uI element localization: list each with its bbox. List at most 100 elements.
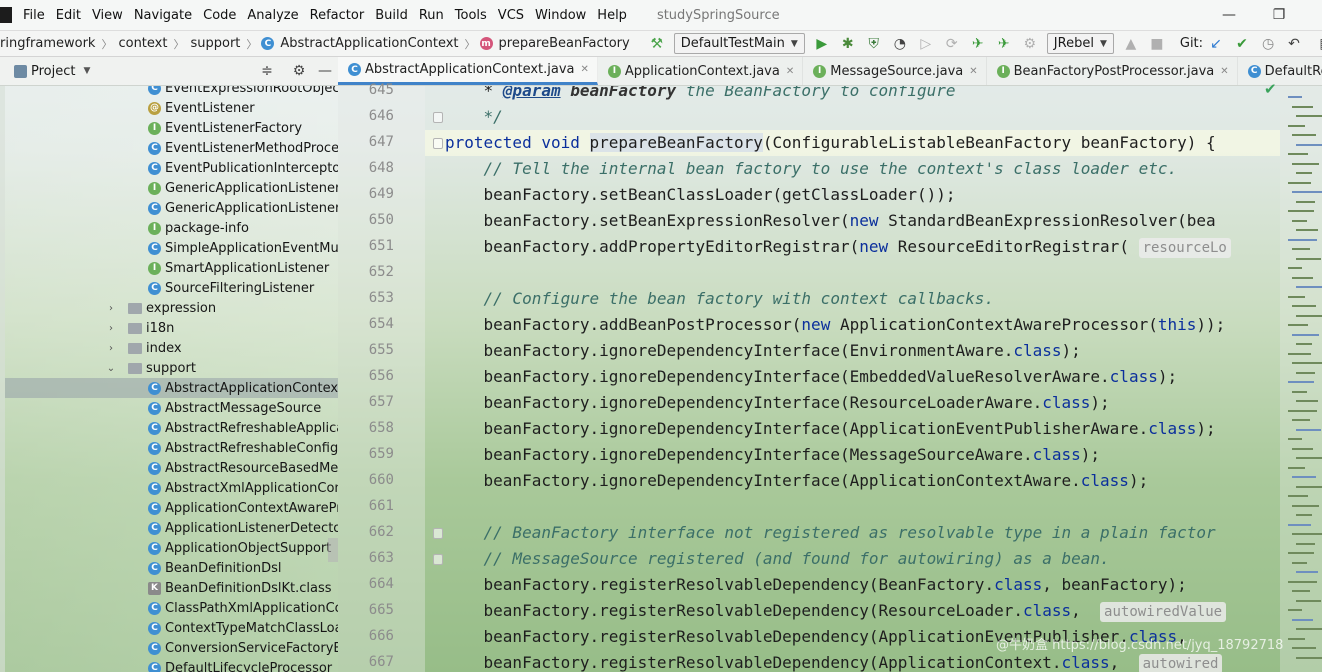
menu-refactor[interactable]: Refactor <box>305 8 371 23</box>
close-icon[interactable]: ✕ <box>581 64 589 75</box>
tree-item[interactable]: C ClassPathXmlApplicationConte <box>5 598 338 618</box>
profile-icon[interactable]: ◔ <box>889 33 911 55</box>
tree-item[interactable]: C EventExpressionRootObject <box>5 86 338 98</box>
menu-window[interactable]: Window <box>530 8 592 23</box>
git-history-icon[interactable]: ◷ <box>1257 33 1279 55</box>
chevron-down-icon[interactable]: ⌄ <box>105 363 117 374</box>
editor-tab[interactable]: CDefaultResourceLoad <box>1238 57 1322 85</box>
tree-item[interactable]: C ConversionServiceFactoryBear <box>5 638 338 658</box>
tree-item[interactable]: C ApplicationObjectSupport <box>5 538 338 558</box>
tree-item[interactable]: K BeanDefinitionDslKt.class <box>5 578 338 598</box>
collapse-all-icon[interactable]: ≑ <box>256 60 278 82</box>
tree-item[interactable]: C SimpleApplicationEventMultica <box>5 238 338 258</box>
menu-code[interactable]: Code <box>198 8 242 23</box>
run-config-select[interactable]: DefaultTestMain ▼ <box>673 33 805 54</box>
hide-panel-icon[interactable]: — <box>314 60 336 82</box>
resume-icon[interactable]: ▷ <box>915 33 937 55</box>
breadcrumb-item[interactable]: AbstractApplicationContext <box>278 36 460 51</box>
menu-view[interactable]: View <box>87 8 129 23</box>
jrebel-select[interactable]: JRebel ▼ <box>1046 33 1114 54</box>
gear-icon[interactable]: ⚙ <box>288 60 310 82</box>
editor-tab[interactable]: I MessageSource.java ✕ <box>803 57 987 85</box>
close-icon[interactable]: ✕ <box>969 66 977 77</box>
error-stripe[interactable] <box>1280 86 1322 672</box>
tree-item[interactable]: C AbstractApplicationContext <box>5 378 338 398</box>
menu-build[interactable]: Build <box>370 8 414 23</box>
attach-icon[interactable]: ⚙ <box>1019 33 1041 55</box>
tree-item[interactable]: › expression <box>5 298 338 318</box>
code-line: beanFactory.addPropertyEditorRegistrar(n… <box>425 234 1280 260</box>
chevron-right-icon[interactable]: › <box>105 343 117 354</box>
class-icon: C <box>148 521 161 535</box>
menu-run[interactable]: Run <box>414 8 450 23</box>
menu-analyze[interactable]: Analyze <box>242 8 304 23</box>
rollback-icon[interactable]: ↶ <box>1283 33 1305 55</box>
tree-item[interactable]: C AbstractRefreshableApplicati <box>5 418 338 438</box>
minimize-button[interactable]: — <box>1206 0 1252 30</box>
tree-item[interactable]: Ipackage-info <box>5 218 338 238</box>
tree-item[interactable]: › index <box>5 338 338 358</box>
fold-marker-icon[interactable] <box>433 528 443 539</box>
fold-marker-icon[interactable] <box>433 138 443 149</box>
tree-item[interactable]: I GenericApplicationListener <box>5 178 338 198</box>
code-editor[interactable]: * @param beanFactory the BeanFactory to … <box>425 86 1280 672</box>
chevron-right-icon[interactable]: › <box>105 323 117 334</box>
chevron-right-icon[interactable]: › <box>105 303 117 314</box>
tree-item[interactable]: C ApplicationContextAwareProce <box>5 498 338 518</box>
line-number: 647 <box>368 134 394 150</box>
jrebel-run-icon[interactable]: ✈ <box>967 33 989 55</box>
tree-item[interactable]: ⌄ support <box>5 358 338 378</box>
tree-item[interactable]: C BeanDefinitionDsl <box>5 558 338 578</box>
chevron-down-icon[interactable]: ▼ <box>83 66 90 76</box>
build-hammer-icon[interactable]: ⚒ <box>646 33 668 55</box>
tree-item[interactable]: C GenericApplicationListenerAda <box>5 198 338 218</box>
debug-icon[interactable]: ✱ <box>837 33 859 55</box>
tree-item[interactable]: C SourceFilteringListener <box>5 278 338 298</box>
hot-swap-icon[interactable]: ⟳ <box>941 33 963 55</box>
tree-scrollbar[interactable] <box>328 538 338 562</box>
tree-item[interactable]: C EventPublicationInterceptor <box>5 158 338 178</box>
breadcrumb-item[interactable]: prepareBeanFactory <box>497 36 632 51</box>
fold-marker-icon[interactable] <box>433 554 443 565</box>
tree-item[interactable]: › i18n <box>5 318 338 338</box>
project-structure-icon[interactable]: ▦ <box>1315 33 1322 55</box>
tree-item[interactable]: C AbstractXmlApplicationContex <box>5 478 338 498</box>
git-commit-icon[interactable]: ✔ <box>1231 33 1253 55</box>
inspection-ok-icon[interactable]: ✔ <box>1264 80 1277 98</box>
breadcrumb-item[interactable]: support <box>188 36 242 51</box>
tree-item[interactable]: I EventListenerFactory <box>5 118 338 138</box>
tree-item[interactable]: C AbstractMessageSource <box>5 398 338 418</box>
breadcrumb-item[interactable]: context <box>116 36 169 51</box>
menu-edit[interactable]: Edit <box>51 8 87 23</box>
jrebel-debug-icon[interactable]: ✈ <box>993 33 1015 55</box>
menu-help[interactable]: Help <box>592 8 633 23</box>
tree-item[interactable]: @ EventListener <box>5 98 338 118</box>
vcs-icon[interactable]: ▲ <box>1120 33 1142 55</box>
tree-item[interactable]: C EventListenerMethodProcesso <box>5 138 338 158</box>
menu-vcs[interactable]: VCS <box>493 8 530 23</box>
code-token: class <box>1042 393 1091 412</box>
menu-navigate[interactable]: Navigate <box>129 8 198 23</box>
menu-tools[interactable]: Tools <box>450 8 493 23</box>
git-update-icon[interactable]: ↙ <box>1205 33 1227 55</box>
menu-file[interactable]: File <box>18 8 51 23</box>
project-panel-title[interactable]: Project <box>31 64 75 79</box>
tree-item[interactable]: C AbstractRefreshableConfigApp <box>5 438 338 458</box>
tree-item[interactable]: C DefaultLifecycleProcessor <box>5 658 338 672</box>
close-icon[interactable]: ✕ <box>786 66 794 77</box>
close-icon[interactable]: ✕ <box>1220 66 1228 77</box>
editor-tab[interactable]: I BeanFactoryPostProcessor.java ✕ <box>987 57 1238 85</box>
stop-icon[interactable]: ■ <box>1146 33 1168 55</box>
fold-marker-icon[interactable] <box>433 112 443 123</box>
tree-item[interactable]: C ContextTypeMatchClassLoade <box>5 618 338 638</box>
tree-item[interactable]: C ApplicationListenerDetector <box>5 518 338 538</box>
run-icon[interactable]: ▶ <box>811 33 833 55</box>
editor-tab[interactable]: C AbstractApplicationContext.java ✕ <box>338 57 598 85</box>
editor-tab[interactable]: I ApplicationContext.java ✕ <box>598 57 804 85</box>
coverage-icon[interactable]: ⛨ <box>863 33 885 55</box>
tree-item[interactable]: C AbstractResourceBasedMessa <box>5 458 338 478</box>
tree-item[interactable]: I SmartApplicationListener <box>5 258 338 278</box>
error-stripe-marker <box>1296 400 1318 402</box>
breadcrumb-item[interactable]: ringframework <box>0 36 97 51</box>
maximize-button[interactable]: ❐ <box>1256 0 1302 30</box>
